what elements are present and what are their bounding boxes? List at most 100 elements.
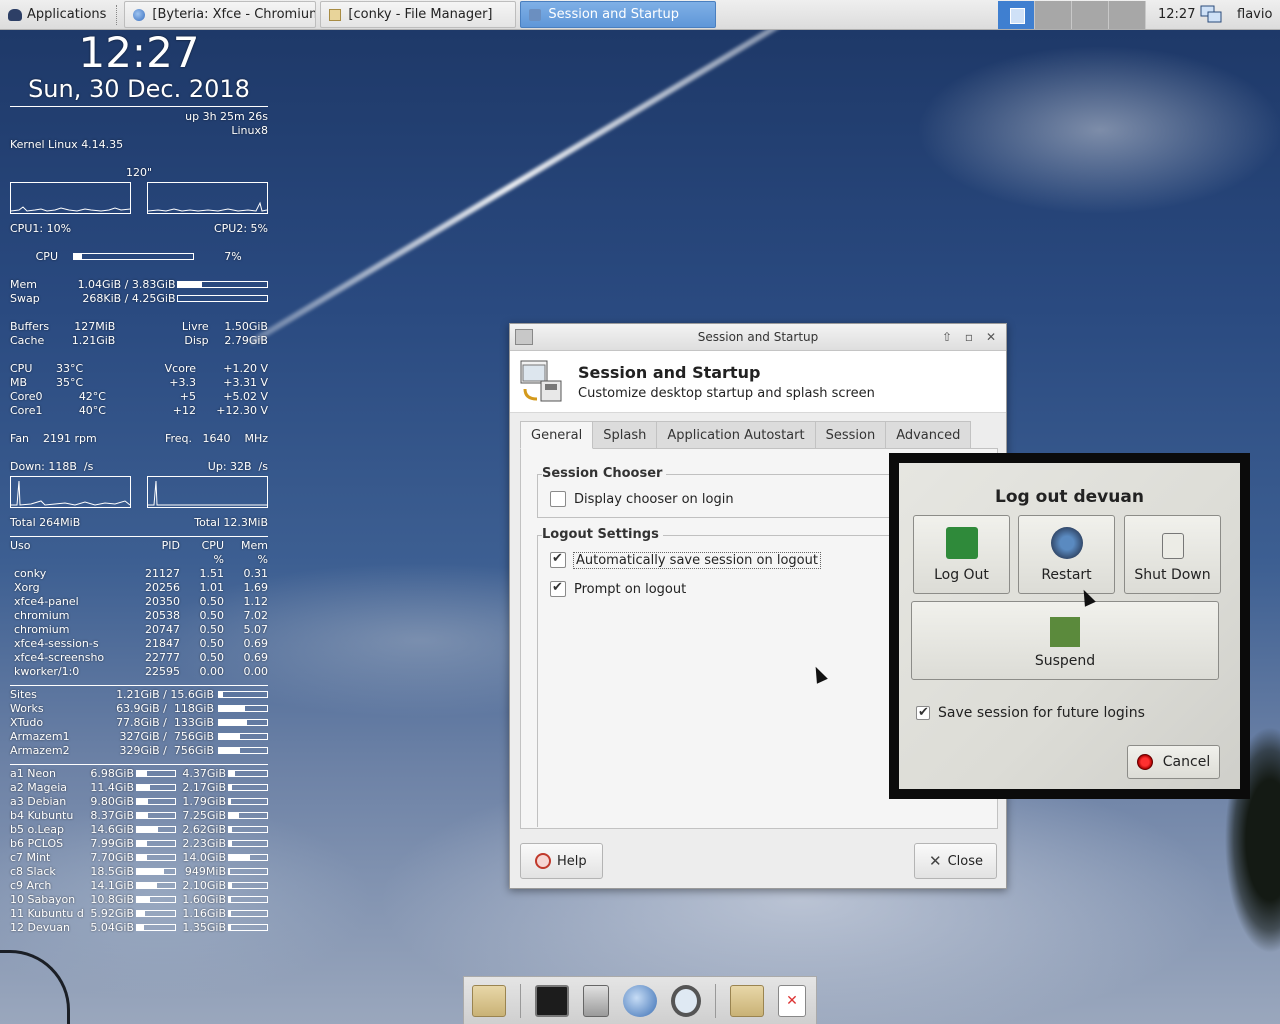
tab-session[interactable]: Session bbox=[814, 421, 887, 449]
taskbar-item-session-startup[interactable]: Session and Startup bbox=[520, 1, 717, 28]
dock-separator bbox=[520, 983, 521, 1018]
disk-usage-bar bbox=[218, 719, 268, 726]
taskbar-item-label: [Byteria: Xfce - Chromium] bbox=[152, 7, 317, 22]
sensor-name: CPU bbox=[10, 362, 33, 375]
partition-free: 2.62GiB bbox=[182, 823, 226, 836]
user-menu[interactable]: flavio bbox=[1237, 0, 1272, 30]
partition-name: 11 Kubuntu d bbox=[10, 907, 84, 920]
checkbox-box[interactable] bbox=[916, 705, 930, 720]
window-title: Session and Startup bbox=[697, 330, 819, 344]
process-cpu: 1.51 bbox=[199, 567, 225, 580]
shade-icon[interactable]: ⇧ bbox=[938, 329, 956, 346]
taskbar-item-file-manager[interactable]: [conky - File Manager] bbox=[320, 1, 517, 28]
partition-used: 10.8GiB bbox=[90, 893, 134, 906]
session-chooser-title: Session Chooser bbox=[542, 466, 667, 481]
process-name: Xorg bbox=[14, 581, 40, 594]
document-icon[interactable]: ✕ bbox=[778, 984, 806, 1017]
cpu1-usage: CPU1: 10% bbox=[10, 222, 72, 235]
disk-usage-bar bbox=[218, 747, 268, 754]
buffers-value: 127MiB bbox=[74, 320, 116, 333]
suspend-button[interactable]: Suspend bbox=[911, 601, 1219, 680]
sensor-name: Core0 bbox=[10, 390, 43, 403]
cpu-label: CPU bbox=[35, 250, 58, 263]
process-pid: 20350 bbox=[145, 595, 180, 608]
close-label: Close bbox=[947, 853, 983, 869]
close-button[interactable]: ✕ Close bbox=[914, 843, 997, 879]
partition-row: 10 Sabayon 10.8GiB 1.60GiB bbox=[10, 893, 268, 907]
file-cabinet-icon[interactable] bbox=[583, 984, 609, 1017]
disk-usage-bar bbox=[218, 705, 268, 712]
restart-button[interactable]: Restart bbox=[1018, 515, 1115, 594]
partition-used-bar bbox=[136, 896, 176, 903]
checkbox-box[interactable] bbox=[550, 580, 566, 597]
settings-icon bbox=[529, 8, 542, 21]
partition-name: b6 PCLOS bbox=[10, 837, 64, 850]
tab-general[interactable]: General bbox=[520, 421, 594, 449]
window-titlebar[interactable]: Session and Startup ⇧ ▫ ✕ bbox=[510, 324, 1006, 351]
prompt-logout-checkbox[interactable]: Prompt on logout bbox=[550, 580, 687, 597]
maximize-icon[interactable]: ▫ bbox=[960, 329, 978, 346]
partition-free: 4.37GiB bbox=[182, 767, 226, 780]
taskbar-item-chromium[interactable]: [Byteria: Xfce - Chromium] bbox=[124, 1, 317, 28]
partition-row: c8 Slack 18.5GiB 949MiB bbox=[10, 865, 268, 879]
save-session-checkbox[interactable]: Save session for future logins bbox=[916, 705, 1145, 721]
checkbox-box[interactable] bbox=[550, 491, 566, 507]
partition-row: b4 Kubuntu 8.37GiB 7.25GiB bbox=[10, 809, 268, 823]
tab-application-autostart[interactable]: Application Autostart bbox=[656, 421, 816, 449]
logout-title: Log out devuan bbox=[995, 487, 1144, 507]
checkbox-label: Prompt on logout bbox=[574, 581, 687, 597]
cache-row: Cache 1.21GiB Disp 2.79GiB bbox=[10, 334, 268, 348]
partition-free: 2.17GiB bbox=[182, 781, 226, 794]
cpu-percent: 7% bbox=[224, 250, 242, 263]
workspace-3[interactable] bbox=[1072, 1, 1109, 29]
checkbox-box[interactable] bbox=[550, 551, 566, 568]
partition-name: a3 Debian bbox=[10, 795, 67, 808]
cpu-graphs bbox=[10, 182, 268, 214]
workspace-2[interactable] bbox=[1035, 1, 1072, 29]
process-row: chromium 20538 0.50 7.02 bbox=[10, 609, 268, 623]
partition-used-bar bbox=[136, 882, 176, 889]
auto-save-checkbox[interactable]: Automatically save session on logout bbox=[550, 551, 821, 569]
workspace-1[interactable] bbox=[998, 1, 1035, 29]
panel-clock[interactable]: 12:27 bbox=[1158, 0, 1195, 30]
disk-row: XTudo 77.8GiB / 133GiB bbox=[10, 716, 268, 730]
shut-down-button[interactable]: Shut Down bbox=[1124, 515, 1221, 594]
cpu-total-row: CPU 7% bbox=[10, 250, 268, 264]
wallpaper-contrail bbox=[248, 0, 903, 346]
partition-free: 2.23GiB bbox=[182, 837, 226, 850]
partition-used: 18.5GiB bbox=[90, 865, 134, 878]
web-browser-icon[interactable] bbox=[623, 984, 657, 1017]
partition-used: 7.99GiB bbox=[90, 837, 134, 850]
close-window-icon[interactable]: ✕ bbox=[982, 329, 1000, 346]
tab-advanced[interactable]: Advanced bbox=[885, 421, 972, 449]
folder-icon bbox=[329, 8, 342, 21]
disk-usage-bar bbox=[218, 733, 268, 740]
partition-row: 12 Devuan 5.04GiB 1.35GiB bbox=[10, 921, 268, 935]
help-button[interactable]: Help bbox=[520, 843, 603, 879]
uptime: up 3h 25m 26s bbox=[185, 110, 268, 123]
process-rows: conky 21127 1.51 0.31 Xorg 20256 1.01 1.69 xfce4… bbox=[10, 567, 268, 679]
home-folder-icon[interactable] bbox=[472, 984, 506, 1017]
folder-icon[interactable] bbox=[730, 984, 764, 1017]
fan-freq-row: Fan 2191 rpm Freq. 1640 MHz bbox=[10, 432, 268, 446]
cancel-button[interactable]: Cancel bbox=[1127, 745, 1220, 779]
process-pid: 21127 bbox=[145, 567, 180, 580]
workspace-4[interactable] bbox=[1109, 1, 1146, 29]
cancel-label: Cancel bbox=[1162, 754, 1211, 770]
download-graph bbox=[10, 476, 131, 508]
process-name: xfce4-session-s bbox=[14, 637, 99, 650]
log-out-button[interactable]: Log Out bbox=[913, 515, 1010, 594]
conky-date: Sun, 30 Dec. 2018 bbox=[28, 75, 250, 103]
partition-row: 11 Kubuntu d 5.92GiB 1.16GiB bbox=[10, 907, 268, 921]
network-icon[interactable] bbox=[1200, 5, 1222, 25]
applications-menu[interactable]: Applications bbox=[0, 0, 114, 30]
terminal-icon[interactable] bbox=[535, 984, 569, 1017]
partition-free-bar bbox=[228, 812, 268, 819]
partition-used-bar bbox=[136, 840, 176, 847]
tab-splash[interactable]: Splash bbox=[592, 421, 658, 449]
search-icon[interactable] bbox=[671, 984, 701, 1017]
process-header-mem-unit: % bbox=[257, 553, 268, 566]
display-chooser-checkbox[interactable]: Display chooser on login bbox=[550, 491, 734, 507]
disk-usage: 329GiB / 756GiB bbox=[119, 744, 214, 757]
download-speed: Down: 118B /s bbox=[10, 460, 94, 473]
